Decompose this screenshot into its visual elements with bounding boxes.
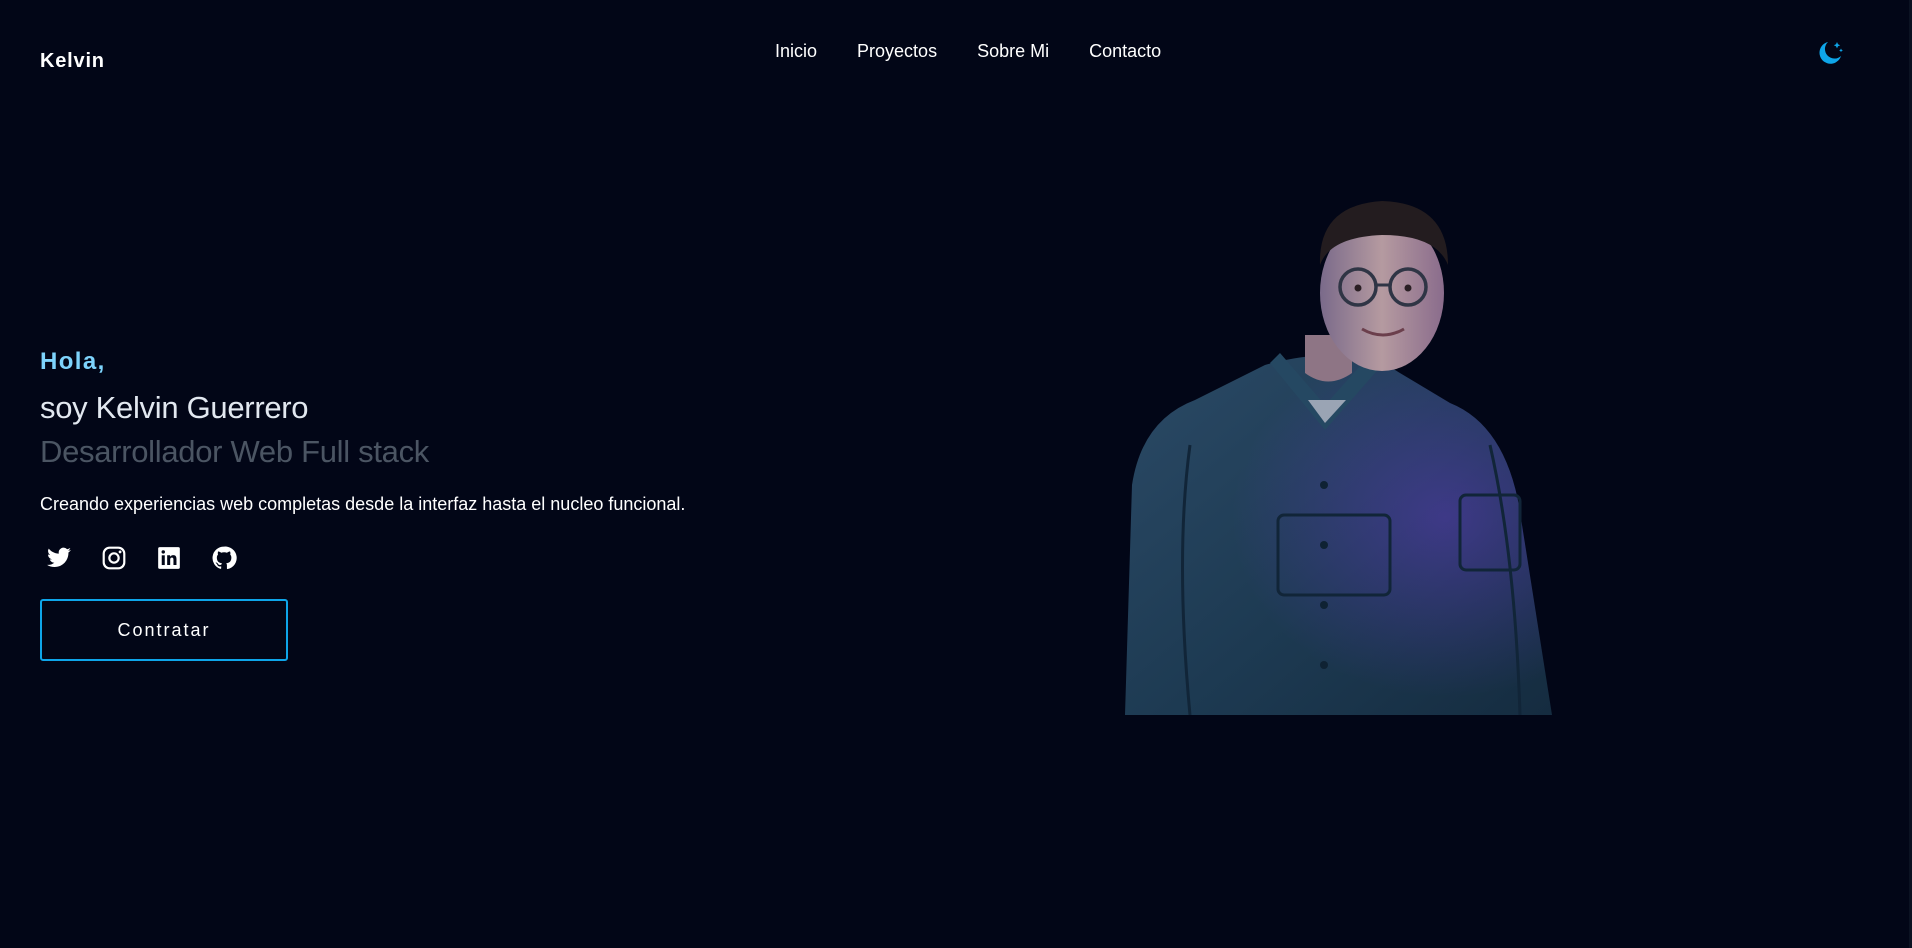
hero-role: Desarrollador Web Full stack <box>40 434 429 469</box>
instagram-icon <box>102 546 126 570</box>
hire-button[interactable]: Contratar <box>40 599 288 661</box>
moon-stars-icon <box>1819 42 1843 64</box>
linkedin-icon <box>158 547 180 569</box>
hero-name: soy Kelvin Guerrero <box>40 390 309 425</box>
nav-item-sobre-mi[interactable]: Sobre Mi <box>977 41 1049 62</box>
hero-tagline: Creando experiencias web completas desde… <box>40 494 686 514</box>
github-icon <box>212 546 237 570</box>
person-portrait-photo <box>1125 201 1552 715</box>
nav-item-contacto[interactable]: Contacto <box>1089 41 1161 62</box>
twitter-link[interactable] <box>46 545 72 571</box>
page: Kelvin Inicio Proyectos Sobre Mi Contact… <box>0 0 1912 948</box>
social-links <box>46 545 237 571</box>
hero-greeting: Hola, <box>40 348 106 375</box>
linkedin-link[interactable] <box>156 545 182 571</box>
site-logo[interactable]: Kelvin <box>40 50 105 73</box>
github-link[interactable] <box>211 545 237 571</box>
nav-item-inicio[interactable]: Inicio <box>775 41 817 62</box>
nav-item-proyectos[interactable]: Proyectos <box>857 41 937 62</box>
instagram-link[interactable] <box>101 545 127 571</box>
main-nav: Inicio Proyectos Sobre Mi Contacto <box>775 41 1161 62</box>
theme-toggle-button[interactable] <box>1815 38 1845 68</box>
twitter-icon <box>47 547 71 567</box>
